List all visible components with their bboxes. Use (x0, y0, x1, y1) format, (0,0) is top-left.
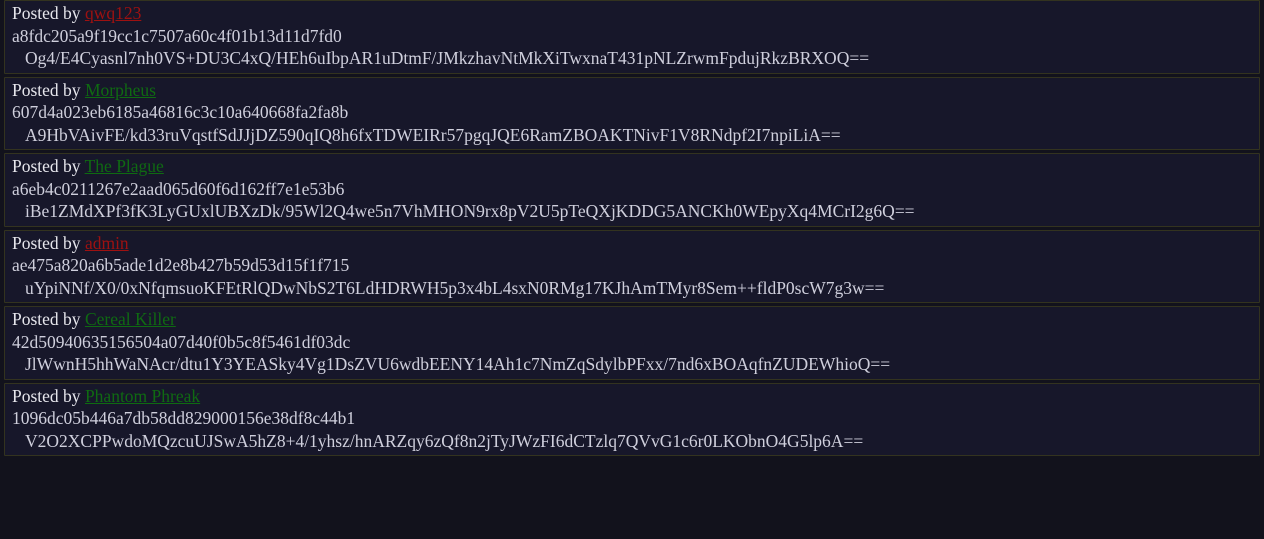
post-byline: Posted by Morpheus (5, 79, 1259, 102)
post-hash: ae475a820a6b5ade1d2e8b427b59d53d15f1f715 (12, 255, 350, 275)
post-signature: Og4/E4Cyasnl7nh0VS+DU3C4xQ/HEh6uIbpAR1uD… (25, 48, 870, 68)
post-hash: a6eb4c0211267e2aad065d60f6d162ff7e1e53b6 (12, 178, 345, 199)
posted-by-label: Posted by (12, 385, 85, 406)
author-link[interactable]: Cereal Killer (85, 309, 176, 329)
post-signature: V2O2XCPPwdoMQzcuUJSwA5hZ8+4/1yhsz/hnARZq… (25, 430, 864, 451)
post-signature: uYpiNNf/X0/0xNfqmsuoKFEtRlQDwNbS2T6LdHDR… (25, 277, 885, 298)
post-signature: iBe1ZMdXPf3fK3LyGUxlUBXzDk/95Wl2Q4we5n7V… (25, 201, 915, 221)
post-signature: JlWwnH5hhWaNAcr/dtu1Y3YEASky4Vg1DsZVU6wd… (25, 354, 891, 374)
posted-by-label: Posted by (12, 156, 85, 176)
post-list: Posted by qwq123 a8fdc205a9f19cc1c7507a60… (0, 0, 1264, 456)
author-link[interactable]: qwq123 (85, 3, 141, 23)
author-link[interactable]: Morpheus (85, 80, 156, 100)
post-hash: 607d4a023eb6185a46816c3c10a640668fa2fa8b (12, 102, 349, 122)
author-link[interactable]: Phantom Phreak (85, 386, 200, 406)
post-card: Posted by Morpheus 607d4a023eb6185a46816c… (4, 76, 1260, 150)
posted-by-label: Posted by (12, 232, 85, 253)
post-hash: 1096dc05b446a7db58dd829000156e38df8c44b1 (12, 408, 356, 428)
post-signature: A9HbVAivFE/kd33ruVqstfSdJJjDZ590qIQ8h6fx… (25, 124, 841, 145)
posted-by-label: Posted by (12, 3, 85, 23)
post-card: Posted by The Plague a6eb4c0211267e2aad06… (4, 153, 1260, 227)
post-hash: a8fdc205a9f19cc1c7507a60c4f01b13d11d7fd0 (12, 25, 342, 46)
post-card: Posted by qwq123 a8fdc205a9f19cc1c7507a60… (4, 0, 1260, 74)
post-byline: Posted by qwq123 (5, 2, 1259, 25)
post-hash: 42d50940635156504a07d40f0b5c8f5461df03dc (12, 331, 351, 352)
post-byline: Posted by admin (5, 232, 1259, 255)
author-link[interactable]: admin (85, 233, 129, 253)
post-card: Posted by Phantom Phreak 1096dc05b446a7db… (4, 382, 1260, 456)
post-card: Posted by admin ae475a820a6b5ade1d2e8b427… (4, 229, 1260, 303)
posted-by-label: Posted by (12, 309, 85, 329)
post-byline: Posted by Cereal Killer (5, 308, 1259, 331)
post-card: Posted by Cereal Killer 42d50940635156504… (4, 306, 1260, 380)
posted-by-label: Posted by (12, 79, 85, 100)
post-byline: Posted by Phantom Phreak (5, 385, 1259, 408)
post-byline: Posted by The Plague (5, 155, 1259, 178)
author-link[interactable]: The Plague (85, 156, 164, 176)
